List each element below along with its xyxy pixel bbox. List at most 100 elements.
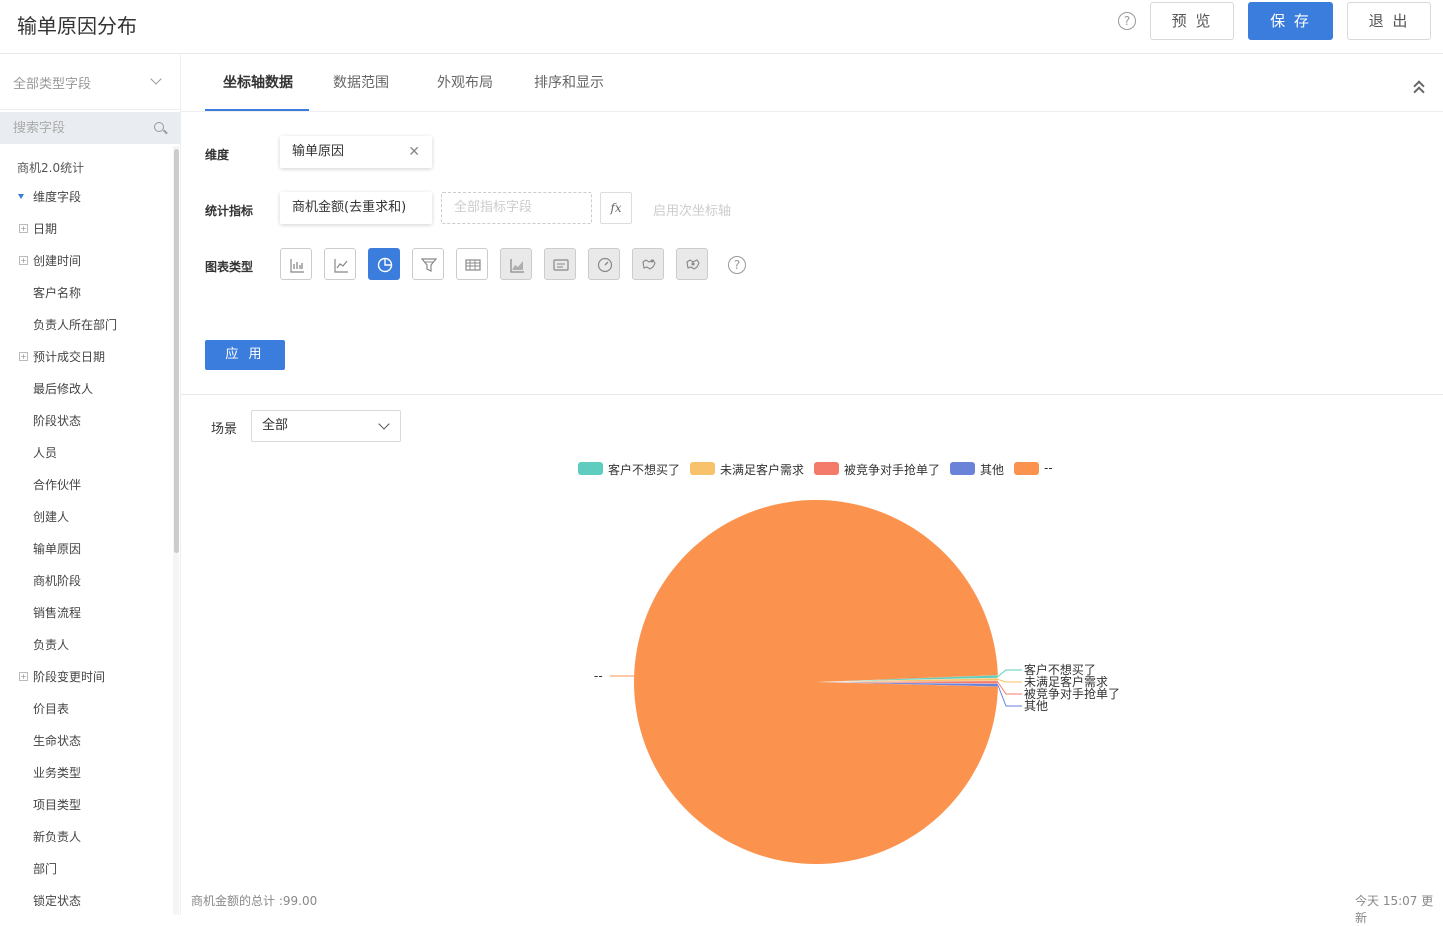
sidebar-field-item[interactable]: 负责人所在部门	[33, 316, 117, 333]
sidebar-field-item[interactable]: 业务类型	[33, 764, 81, 781]
funnel-chart-icon	[420, 258, 438, 272]
section-divider	[181, 394, 1443, 395]
collapse-up-icon[interactable]	[1413, 79, 1425, 98]
metric-label: 统计指标	[205, 204, 254, 218]
field-type-select[interactable]: 全部类型字段	[0, 55, 181, 110]
page-title: 输单原因分布	[17, 14, 137, 38]
formula-button[interactable]: fx	[600, 192, 632, 224]
map-pin-icon	[686, 259, 700, 270]
bar-chart-icon	[290, 259, 304, 273]
sidebar-field-item[interactable]: 价目表	[33, 700, 69, 717]
dimension-value: 输单原因	[292, 144, 345, 159]
map-type-button[interactable]	[632, 248, 664, 280]
pie-label-line	[997, 682, 1022, 695]
funnel-chart-type-button[interactable]	[412, 248, 444, 280]
active-tab-indicator	[205, 109, 309, 111]
tab-item[interactable]: 坐标轴数据	[223, 72, 293, 92]
tab-item[interactable]: 排序和显示	[534, 72, 604, 92]
legend-label: 被竞争对手抢单了	[844, 463, 941, 477]
config-tabs: 坐标轴数据 数据范围 外观布局 排序和显示	[181, 55, 1443, 112]
sidebar-field-item[interactable]: 输单原因	[33, 540, 81, 557]
table-type-button[interactable]	[456, 248, 488, 280]
sidebar-field-item[interactable]: 创建时间	[33, 252, 81, 269]
area-chart-type-button[interactable]	[500, 248, 532, 280]
pie-chart-icon	[377, 257, 393, 273]
bar-chart-type-button[interactable]	[280, 248, 312, 280]
tab-item[interactable]: 外观布局	[437, 72, 493, 92]
legend-swatch	[814, 462, 839, 475]
save-button[interactable]: 保 存	[1248, 2, 1333, 40]
scene-select[interactable]: 全部	[251, 410, 401, 442]
legend-label: 其他	[980, 463, 1005, 477]
expand-plus-icon[interactable]: +	[19, 256, 28, 265]
line-chart-type-button[interactable]	[324, 248, 356, 280]
legend-label: 客户不想买了	[608, 463, 681, 477]
pie-chart: 客户不想买了未满足客户需求被竞争对手抢单了其他--	[594, 500, 1120, 865]
dimension-chip[interactable]: 输单原因 ✕	[280, 136, 432, 168]
metric-field-dropzone[interactable]: 全部指标字段	[441, 192, 592, 224]
sidebar-field-item[interactable]: 销售流程	[33, 604, 81, 621]
sidebar-field-item[interactable]: 项目类型	[33, 796, 81, 813]
field-search	[0, 112, 181, 144]
sidebar-field-item[interactable]: 阶段状态	[33, 412, 81, 429]
legend-swatch	[950, 462, 975, 475]
chevron-down-icon	[150, 73, 162, 85]
field-type-select-label: 全部类型字段	[13, 77, 92, 92]
legend-swatch	[690, 462, 715, 475]
table-icon	[465, 259, 481, 271]
chevron-down-icon	[378, 418, 390, 430]
expand-plus-icon[interactable]: +	[19, 352, 28, 361]
secondary-axis-toggle[interactable]: 启用次坐标轴	[653, 200, 731, 219]
sidebar-field-item[interactable]: 客户名称	[33, 284, 81, 301]
pie-chart-type-button[interactable]	[368, 248, 400, 280]
gauge-icon	[597, 257, 613, 273]
scene-label: 场景	[211, 422, 238, 437]
sidebar-field-item[interactable]: 商机阶段	[33, 572, 81, 589]
chart-type-help-icon[interactable]: ?	[728, 256, 746, 274]
sidebar-field-item[interactable]: 生命状态	[33, 732, 81, 749]
pie-label-line	[997, 678, 1022, 683]
sidebar-field-item[interactable]: 日期	[33, 220, 57, 237]
sidebar-field-item[interactable]: 阶段变更时间	[33, 668, 105, 685]
sidebar-field-item[interactable]: 人员	[33, 444, 57, 461]
apply-button[interactable]: 应 用	[205, 340, 285, 370]
top-header: 输单原因分布 ? 预 览 保 存 退 出	[0, 0, 1443, 54]
preview-button[interactable]: 预 览	[1150, 2, 1234, 40]
search-icon[interactable]	[154, 122, 164, 132]
legend-label: --	[1044, 461, 1053, 475]
field-search-input[interactable]	[0, 112, 150, 144]
sidebar-field-item[interactable]: 锁定状态	[33, 892, 81, 909]
expand-plus-icon[interactable]: +	[19, 224, 28, 233]
exit-button[interactable]: 退 出	[1347, 2, 1431, 40]
update-time: 今天 15:07 更新	[1355, 894, 1434, 925]
tree-root[interactable]: 商机2.0统计	[17, 159, 84, 176]
caret-down-icon[interactable]	[18, 194, 24, 199]
sidebar-field-item[interactable]: 部门	[33, 860, 57, 877]
sidebar-field-item[interactable]: 最后修改人	[33, 380, 93, 397]
metric-value: 商机金额(去重求和)	[292, 200, 407, 215]
sidebar-scrollbar[interactable]	[174, 149, 179, 553]
help-icon[interactable]: ?	[1118, 12, 1136, 30]
sidebar-field-item[interactable]: 新负责人	[33, 828, 81, 845]
sidebar-field-item[interactable]: 负责人	[33, 636, 69, 653]
legend-label: 未满足客户需求	[720, 463, 805, 477]
map-icon	[642, 259, 656, 270]
tab-item[interactable]: 数据范围	[333, 72, 389, 92]
field-sidebar: 全部类型字段 商机2.0统计 维度字段日期 + 创建时间 + 客户名称负责人所在部门预计…	[0, 55, 181, 915]
expand-plus-icon[interactable]: +	[19, 672, 28, 681]
map-pin-type-button[interactable]	[676, 248, 708, 280]
dimension-label: 维度	[205, 148, 230, 162]
total-summary: 商机金额的总计 :99.00	[191, 894, 318, 908]
sidebar-field-item[interactable]: 合作伙伴	[33, 476, 81, 493]
tree-group-dimension[interactable]: 维度字段	[33, 188, 81, 205]
gauge-type-button[interactable]	[588, 248, 620, 280]
legend-swatch	[1014, 462, 1039, 475]
card-type-button[interactable]	[544, 248, 576, 280]
sidebar-field-item[interactable]: 创建人	[33, 508, 69, 525]
sidebar-field-item[interactable]: 预计成交日期	[33, 348, 105, 365]
line-chart-icon	[334, 259, 348, 273]
metric-chip[interactable]: 商机金额(去重求和)	[280, 192, 432, 224]
card-icon	[553, 259, 569, 271]
close-icon[interactable]: ✕	[408, 136, 420, 168]
pie-label-line	[997, 669, 1022, 677]
